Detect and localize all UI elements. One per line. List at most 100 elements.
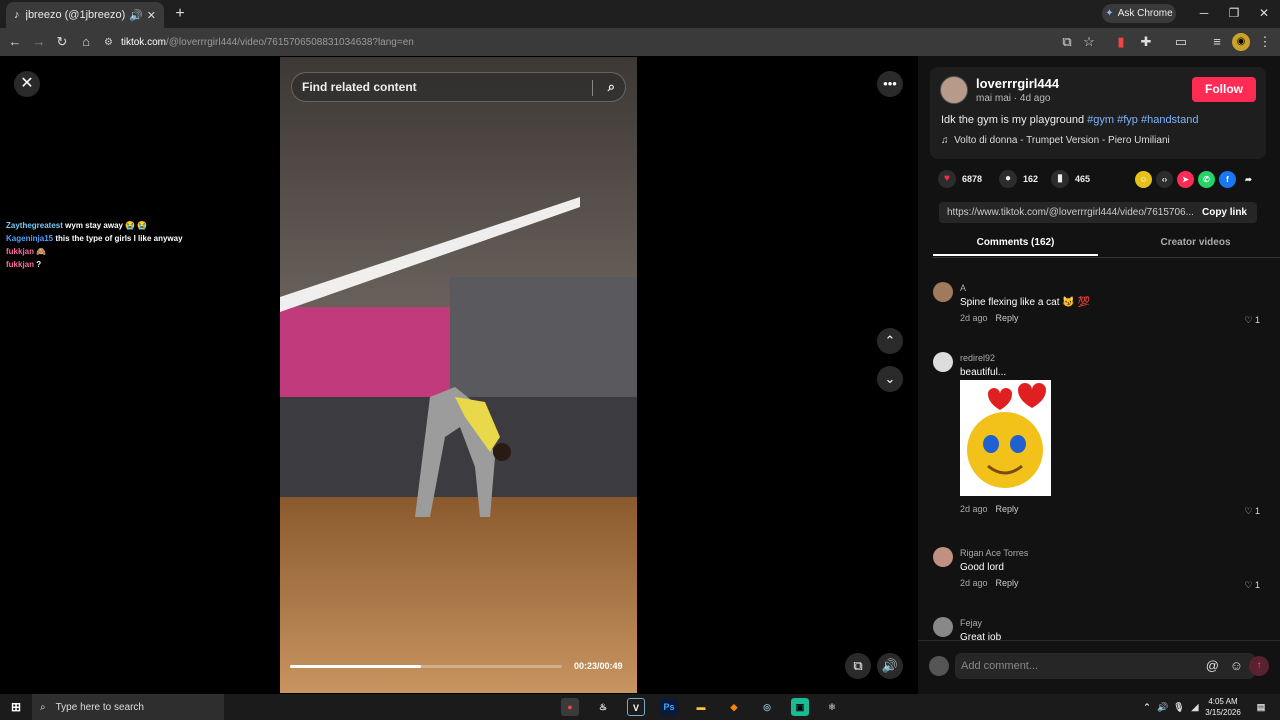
commenter-avatar[interactable] [933, 352, 953, 372]
forward-icon[interactable]: → [30, 33, 48, 51]
chat-user: fukkjan [6, 247, 35, 256]
author-username[interactable]: loverrrgirl444 [976, 76, 1059, 91]
reload-icon[interactable]: ↻ [53, 33, 71, 51]
close-video-icon[interactable]: ✕ [14, 71, 40, 97]
new-tab-button[interactable]: + [170, 4, 190, 24]
hashtag-link[interactable]: #fyp [1117, 114, 1138, 126]
chat-user: Zaythegreatest [6, 221, 63, 230]
emoji-icon[interactable]: ☺ [1230, 653, 1243, 679]
video-progress-bar[interactable] [290, 665, 562, 668]
steam-icon[interactable]: ♨ [594, 698, 612, 716]
post-comment-button[interactable]: ↑ [1249, 656, 1269, 676]
comment-meta: 2d ago Reply [960, 504, 1019, 514]
comment-count: 162 [1023, 174, 1039, 184]
video-player[interactable]: Find related content ⌕ 00:23/00:49 [280, 57, 637, 693]
repost-icon[interactable]: ☺ [1135, 171, 1152, 188]
profile-avatar[interactable]: ◉ [1232, 33, 1250, 51]
more-options-icon[interactable]: ••• [877, 71, 903, 97]
reply-button[interactable]: Reply [996, 578, 1019, 588]
find-related-search[interactable]: Find related content ⌕ [291, 72, 626, 102]
hashtag-link[interactable]: #gym [1087, 114, 1114, 126]
back-icon[interactable]: ← [6, 33, 24, 51]
add-comment-placeholder: Add comment... [961, 660, 1039, 672]
share-arrow-icon[interactable]: ➦ [1240, 171, 1257, 188]
progress-fill [290, 665, 421, 668]
browser-tab[interactable]: ♪ jbreezo (@1jbreezo) | TikTok 🔊 ✕ [6, 2, 164, 28]
tab-creator-videos[interactable]: Creator videos [1113, 237, 1278, 248]
previous-video-icon[interactable]: ⌃ [877, 328, 903, 354]
heart-eyes-emoji-icon [967, 383, 1046, 488]
volume-icon[interactable]: 🔊 [877, 653, 903, 679]
save-count: 465 [1075, 174, 1091, 184]
commenter-avatar[interactable] [933, 547, 953, 567]
cast-icon[interactable]: ▭ [1172, 33, 1190, 51]
divider [592, 80, 593, 96]
commenter-name[interactable]: A [960, 283, 966, 293]
file-explorer-icon[interactable]: ▬ [692, 698, 710, 716]
search-icon[interactable]: ⌕ [608, 79, 615, 95]
facebook-icon[interactable]: f [1219, 171, 1236, 188]
chat-message: ? [36, 260, 42, 269]
close-window-icon[interactable]: ✕ [1250, 4, 1278, 22]
send-icon[interactable]: ➤ [1177, 171, 1194, 188]
comment-button[interactable]: ● 162 [999, 170, 1038, 188]
install-app-icon[interactable]: ⧉ [1058, 33, 1076, 51]
site-info-icon[interactable]: ⚙ [104, 37, 113, 48]
photoshop-icon[interactable]: Ps [660, 698, 678, 716]
like-button[interactable]: ♥ 6878 [938, 170, 982, 188]
system-clock[interactable]: 4:05 AM 3/15/2026 [1200, 696, 1246, 718]
restore-icon[interactable]: ❐ [1220, 4, 1248, 22]
comment-age: 2d ago [960, 504, 988, 514]
chrome-icon[interactable]: ● [561, 698, 579, 716]
ask-chrome-button[interactable]: ✦ Ask Chrome [1102, 4, 1176, 23]
reply-button[interactable]: Reply [996, 504, 1019, 514]
chrome-menu-icon[interactable]: ⋮ [1256, 33, 1274, 51]
address-bar[interactable]: ⚙ tiktok.com/@loverrrgirl444/video/76157… [104, 31, 1104, 53]
vegas-icon[interactable]: V [627, 698, 645, 716]
commenter-name[interactable]: redirel92 [960, 353, 995, 363]
add-comment-input[interactable]: Add comment... @ ☺ [955, 653, 1255, 679]
embed-icon[interactable]: ‹› [1156, 171, 1173, 188]
media-controls-icon[interactable]: ≡ [1208, 33, 1226, 51]
notification-icon[interactable]: ▤ [1252, 698, 1270, 716]
tab-title: jbreezo (@1jbreezo) | TikTok [25, 9, 126, 21]
comment-like-button[interactable]: ♡ 1 [1244, 580, 1260, 591]
commenter-avatar[interactable] [933, 617, 953, 637]
tiktok-favicon-icon: ♪ [14, 9, 20, 21]
author-avatar[interactable] [940, 76, 968, 104]
comment-like-button[interactable]: ♡ 1 [1244, 315, 1260, 326]
share-link-box[interactable]: https://www.tiktok.com/@loverrrgirl444/v… [939, 202, 1257, 223]
home-icon[interactable]: ⌂ [77, 33, 95, 51]
extensions-puzzle-icon[interactable]: ✚ [1137, 33, 1155, 51]
comment-text: beautiful... [960, 367, 1007, 378]
hashtag-link[interactable]: #handstand [1141, 114, 1199, 126]
floating-player-icon[interactable]: ⧉ [845, 653, 871, 679]
chat-message: 🙈 [36, 247, 47, 256]
app-icon[interactable]: ▣ [791, 698, 809, 716]
discord-icon[interactable]: ◎ [758, 698, 776, 716]
minimize-icon[interactable]: ─ [1190, 4, 1218, 22]
commenter-avatar[interactable] [933, 282, 953, 302]
save-button[interactable]: ▮ 465 [1051, 170, 1090, 188]
extension-icon[interactable]: ▮ [1112, 33, 1130, 51]
bookmark-star-icon[interactable]: ☆ [1080, 33, 1098, 51]
windows-start-icon[interactable]: ⊞ [7, 698, 25, 716]
reply-button[interactable]: Reply [996, 313, 1019, 323]
whatsapp-icon[interactable]: ✆ [1198, 171, 1215, 188]
speaker-icon[interactable]: 🔊 [129, 9, 143, 22]
close-tab-icon[interactable]: ✕ [147, 9, 156, 22]
fl-studio-icon[interactable]: ◆ [725, 698, 743, 716]
taskbar-search[interactable]: ⌕ Type here to search [32, 694, 224, 720]
tab-comments[interactable]: Comments (162) [933, 237, 1098, 256]
react-devtools-icon[interactable]: ⚛ [823, 698, 841, 716]
commenter-name[interactable]: Fejay [960, 618, 982, 628]
music-link[interactable]: ♫ Volto di donna - Trumpet Version - Pie… [941, 135, 1170, 146]
search-icon: ⌕ [40, 701, 46, 713]
heart-outline-icon: ♡ [1244, 315, 1253, 325]
copy-link-button[interactable]: Copy link [1202, 202, 1247, 223]
next-video-icon[interactable]: ⌄ [877, 366, 903, 392]
follow-button[interactable]: Follow [1192, 77, 1256, 102]
mention-icon[interactable]: @ [1206, 653, 1219, 679]
commenter-name[interactable]: Rigan Ace Torres [960, 548, 1028, 558]
comment-like-button[interactable]: ♡ 1 [1244, 506, 1260, 517]
